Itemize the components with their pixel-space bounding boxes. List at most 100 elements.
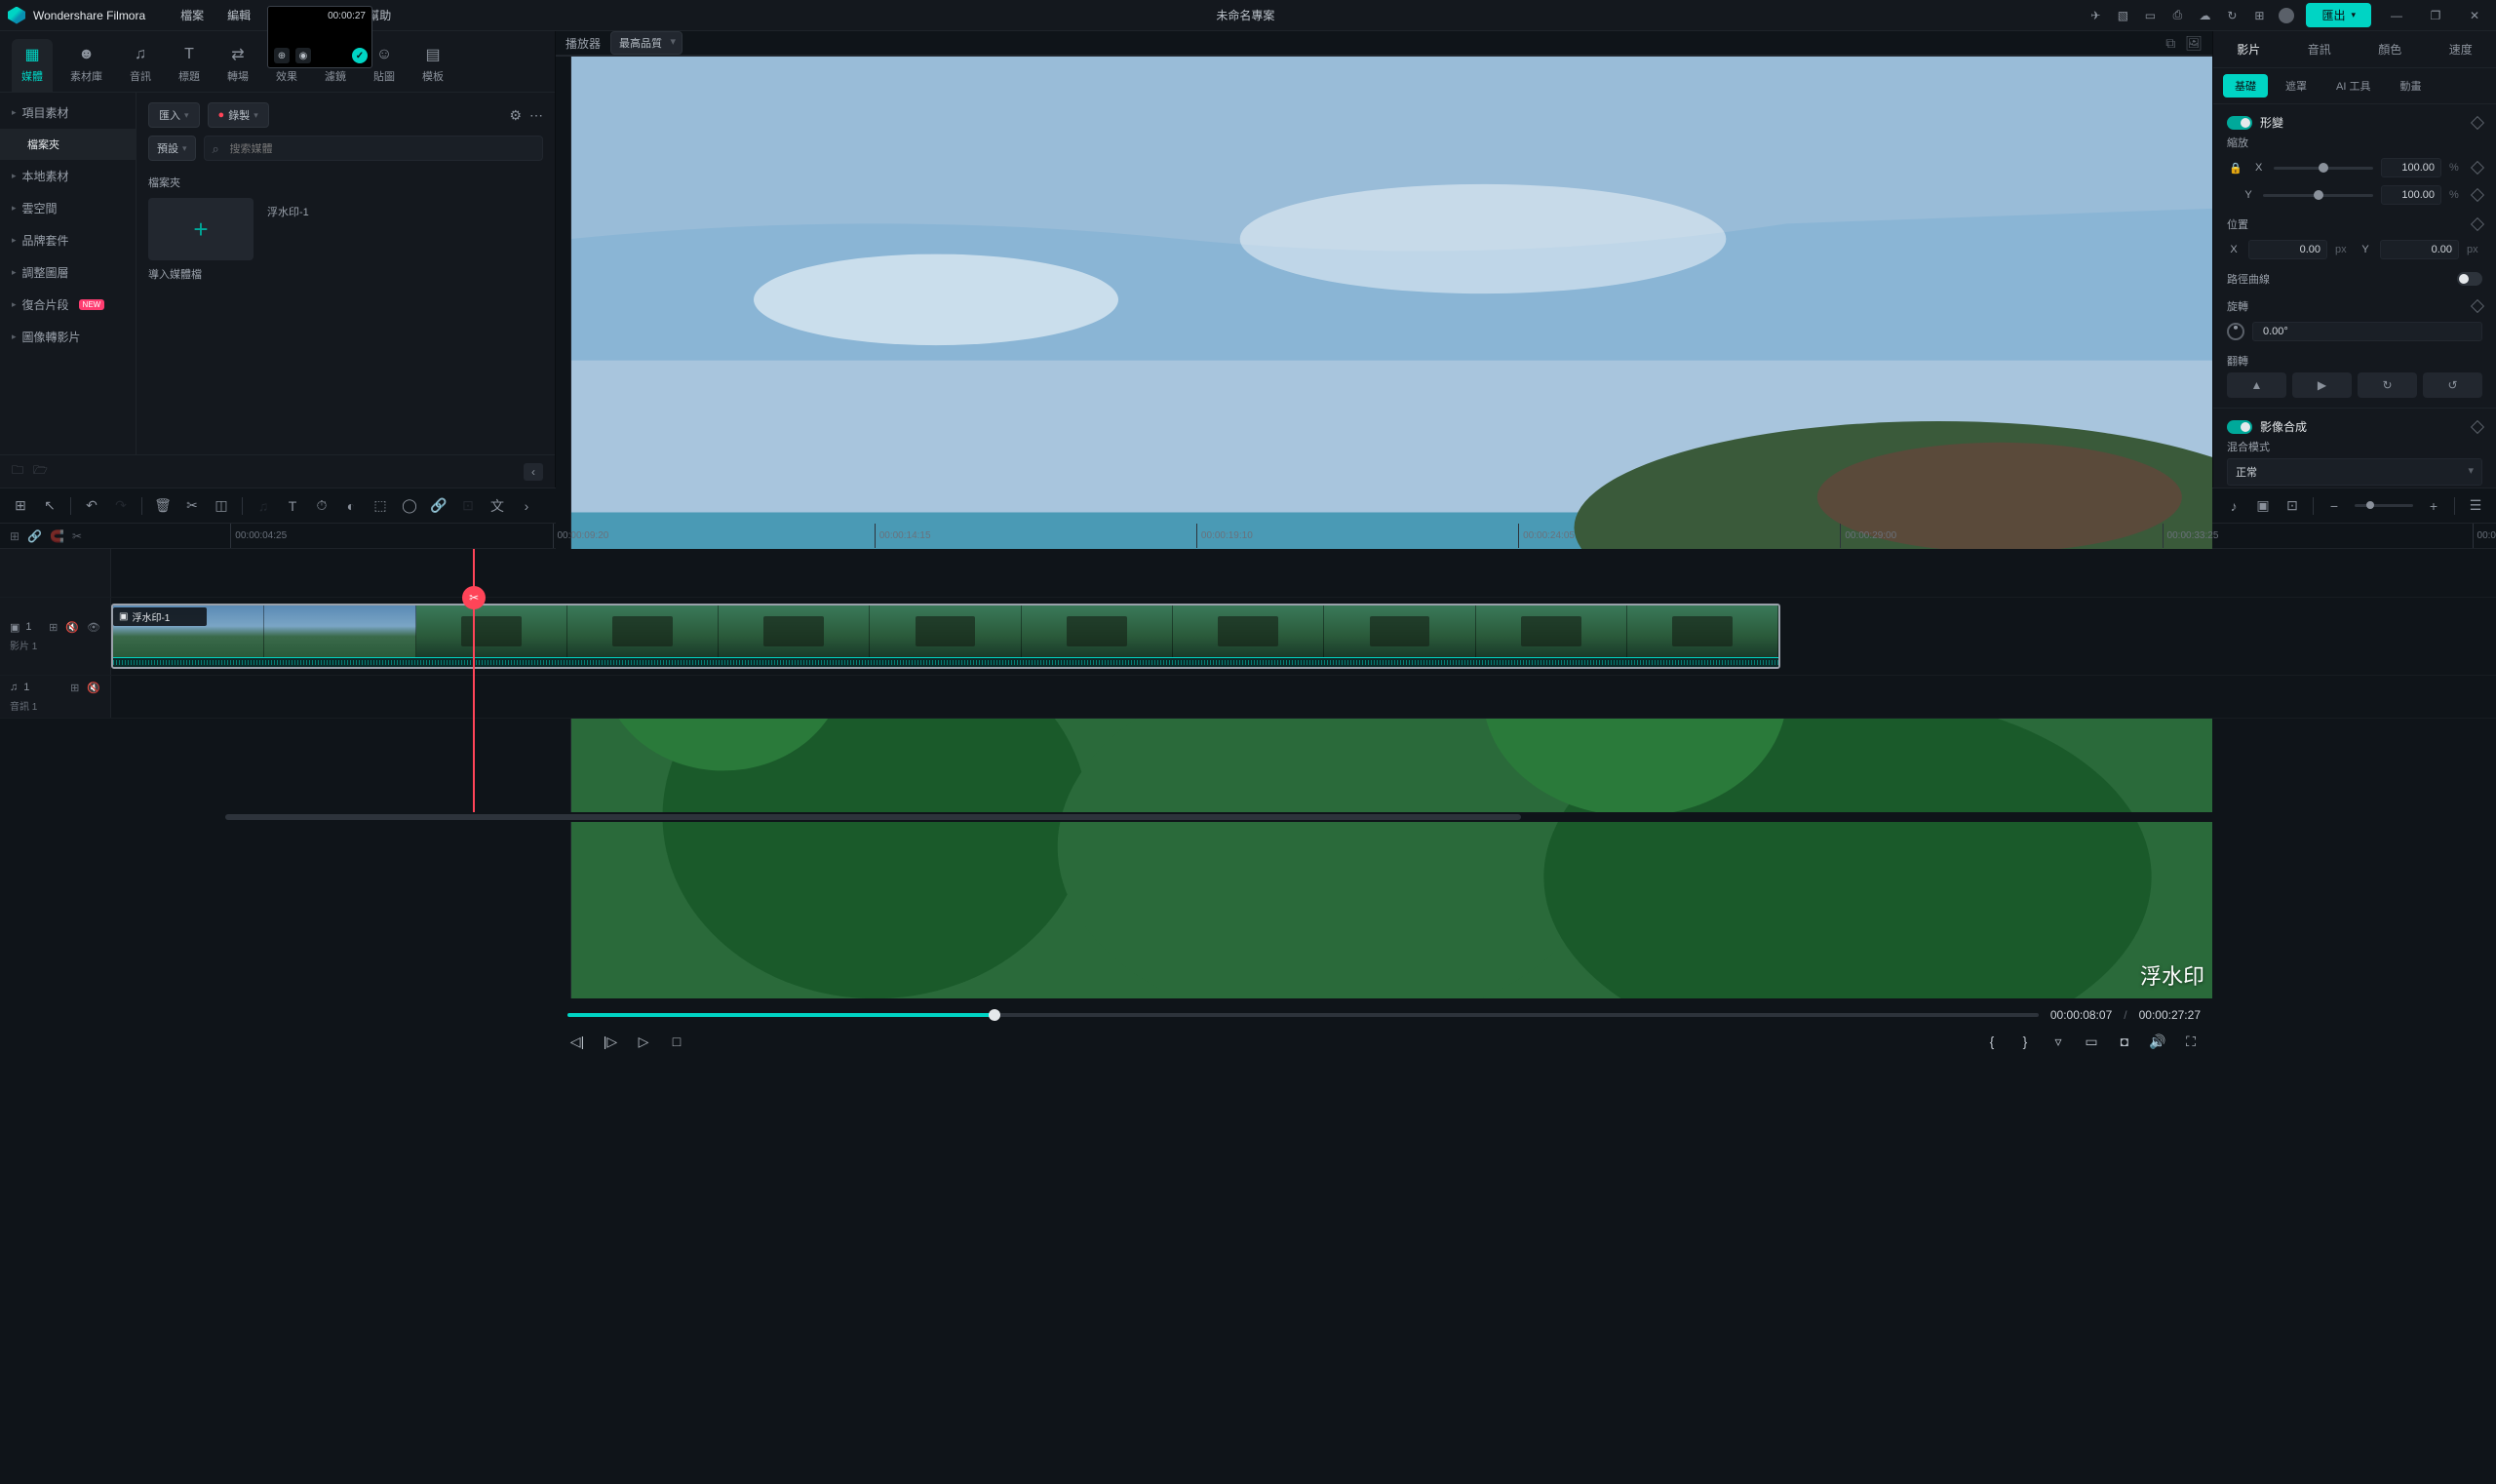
audio-track-mute-icon[interactable]: 🔇: [87, 682, 100, 694]
prev-frame-button[interactable]: ◁|: [567, 1032, 587, 1051]
tl-translate[interactable]: 文: [488, 497, 506, 515]
playhead[interactable]: ✂: [473, 549, 475, 812]
blend-toggle[interactable]: [2227, 420, 2252, 434]
markers-dropdown[interactable]: ▿: [2048, 1032, 2068, 1051]
video-track-lane[interactable]: ▣ 浮水印-1: [111, 598, 2496, 675]
audio-track-lane[interactable]: [111, 676, 2496, 718]
filter-icon[interactable]: ⚙: [509, 107, 522, 124]
insp-tab-color[interactable]: 顏色: [2355, 31, 2426, 67]
tl-zoom-out[interactable]: −: [2325, 497, 2343, 515]
fullscreen-button[interactable]: ⛶: [2181, 1032, 2201, 1051]
new-folder-icon[interactable]: 🗀: [12, 461, 23, 482]
pos-y-input[interactable]: 0.00: [2380, 240, 2459, 259]
scale-x-input[interactable]: 100.00: [2381, 158, 2441, 177]
timeline-ruler-track[interactable]: 00:00:04:25 00:00:09:20 00:00:14:15 00:0…: [111, 524, 2496, 548]
tl-split[interactable]: ✂: [183, 497, 201, 515]
flip-vertical-button[interactable]: ▶: [2292, 372, 2352, 398]
tl-pointer-tool[interactable]: ↖: [41, 497, 58, 515]
timeline-scrollbar[interactable]: [111, 812, 2385, 822]
menu-file[interactable]: 檔案: [169, 0, 215, 31]
scale-y-slider[interactable]: [2263, 194, 2373, 197]
mode-tab-stock[interactable]: ☻素材庫: [60, 39, 112, 92]
insp-tab-speed[interactable]: 速度: [2426, 31, 2496, 67]
export-button[interactable]: 匯出▾: [2306, 3, 2371, 27]
transform-toggle[interactable]: [2227, 116, 2252, 130]
tl-link[interactable]: 🔗: [430, 497, 448, 515]
picture-icon[interactable]: 🖼: [2185, 35, 2203, 52]
tl-view-options[interactable]: ☰: [2467, 497, 2484, 515]
tl-render[interactable]: ▣: [2254, 497, 2272, 515]
rotate-input[interactable]: 0.00°: [2252, 322, 2482, 341]
mode-tab-media[interactable]: ▦媒體: [12, 39, 53, 92]
mark-in-button[interactable]: {: [1982, 1032, 2002, 1051]
snapshot-button[interactable]: ◘: [2115, 1032, 2134, 1051]
track-mute-icon[interactable]: 🔇: [65, 621, 79, 634]
tl-fit[interactable]: ⊡: [2283, 497, 2301, 515]
thumb-add[interactable]: + 導入媒體檔: [148, 198, 254, 282]
rotate-cw-button[interactable]: ↻: [2358, 372, 2417, 398]
tl-chroma[interactable]: ⬚: [371, 497, 389, 515]
thumb-clip[interactable]: 00:00:27 ⊕ ◉ ✓ 浮水印-1: [267, 198, 372, 282]
rotate-knob[interactable]: [2227, 323, 2244, 340]
tl-mixer[interactable]: ♪: [2225, 497, 2242, 515]
tl-zoom-in[interactable]: +: [2425, 497, 2442, 515]
tl-magnet-icon[interactable]: 🧲: [50, 529, 64, 543]
clip-badge-add[interactable]: ⊕: [274, 48, 290, 63]
import-button[interactable]: 匯入▾: [148, 102, 200, 128]
playhead-cut-icon[interactable]: ✂: [462, 586, 486, 609]
menu-edit[interactable]: 編輯: [215, 0, 262, 31]
tl-marker-icon[interactable]: ✂: [72, 529, 82, 543]
seek-bar[interactable]: [567, 1013, 2039, 1017]
rotate-ccw-button[interactable]: ↺: [2423, 372, 2482, 398]
device-icon[interactable]: ▧: [2115, 8, 2130, 23]
insp-tab-video[interactable]: 影片: [2213, 31, 2284, 67]
blend-mode-select[interactable]: 正常: [2227, 458, 2482, 486]
record-button[interactable]: ●錄製▾: [208, 102, 269, 128]
flip-horizontal-button[interactable]: ▲: [2227, 372, 2286, 398]
play-button[interactable]: ▷: [634, 1032, 653, 1051]
subtab-basic[interactable]: 基礎: [2223, 74, 2268, 98]
search-input[interactable]: [230, 143, 534, 155]
path-toggle[interactable]: [2457, 272, 2482, 286]
sidebar-folder[interactable]: 檔案夾: [0, 129, 136, 160]
history-icon[interactable]: ↻: [2224, 8, 2240, 23]
next-frame-button[interactable]: |▷: [601, 1032, 620, 1051]
quality-select[interactable]: 最高品質: [610, 31, 682, 55]
scale-y-input[interactable]: 100.00: [2381, 185, 2441, 205]
tl-mask[interactable]: ◯: [401, 497, 418, 515]
scale-x-keyframe[interactable]: [2471, 161, 2484, 175]
sort-dropdown[interactable]: 預設▾: [148, 136, 196, 161]
pos-x-input[interactable]: 0.00: [2248, 240, 2327, 259]
tl-text[interactable]: T: [284, 497, 301, 515]
tl-music[interactable]: ♫: [254, 497, 272, 515]
track-visible-icon[interactable]: 👁: [87, 621, 100, 634]
subtab-ai[interactable]: AI 工具: [2324, 74, 2382, 98]
collapse-sidebar[interactable]: ‹: [524, 463, 543, 481]
position-keyframe[interactable]: [2471, 217, 2484, 231]
send-icon[interactable]: ✈: [2087, 8, 2103, 23]
add-media-box[interactable]: +: [148, 198, 254, 260]
clip-badge-eye[interactable]: ◉: [295, 48, 311, 63]
tl-speed[interactable]: ⏱: [313, 497, 331, 515]
tl-snap-icon[interactable]: ⊞: [10, 529, 20, 543]
screen-icon[interactable]: ▭: [2142, 8, 2158, 23]
tl-link-icon[interactable]: 🔗: [27, 529, 42, 543]
tl-more[interactable]: ›: [518, 497, 535, 515]
video-clip[interactable]: ▣ 浮水印-1: [111, 604, 1780, 669]
tl-zoom-slider[interactable]: [2355, 504, 2413, 507]
grid-icon[interactable]: ⊞: [2251, 8, 2267, 23]
sidebar-img2vid[interactable]: ▸圖像轉影片: [0, 321, 136, 353]
tl-select-tool[interactable]: ⊞: [12, 497, 29, 515]
window-maximize[interactable]: ❐: [2422, 0, 2449, 31]
blend-keyframe[interactable]: [2471, 419, 2484, 433]
audio-track-copy-icon[interactable]: ⊞: [70, 682, 79, 694]
user-avatar[interactable]: [2279, 8, 2294, 23]
scale-y-keyframe[interactable]: [2471, 188, 2484, 202]
display-button[interactable]: ▭: [2082, 1032, 2101, 1051]
subtab-animation[interactable]: 動畫: [2388, 74, 2433, 98]
tl-color[interactable]: ◐: [342, 497, 360, 515]
tl-crop[interactable]: ◫: [213, 497, 230, 515]
lock-icon[interactable]: 🔒: [2227, 162, 2244, 175]
tl-redo[interactable]: ↷: [112, 497, 130, 515]
compare-icon[interactable]: ⧉: [2165, 35, 2175, 52]
